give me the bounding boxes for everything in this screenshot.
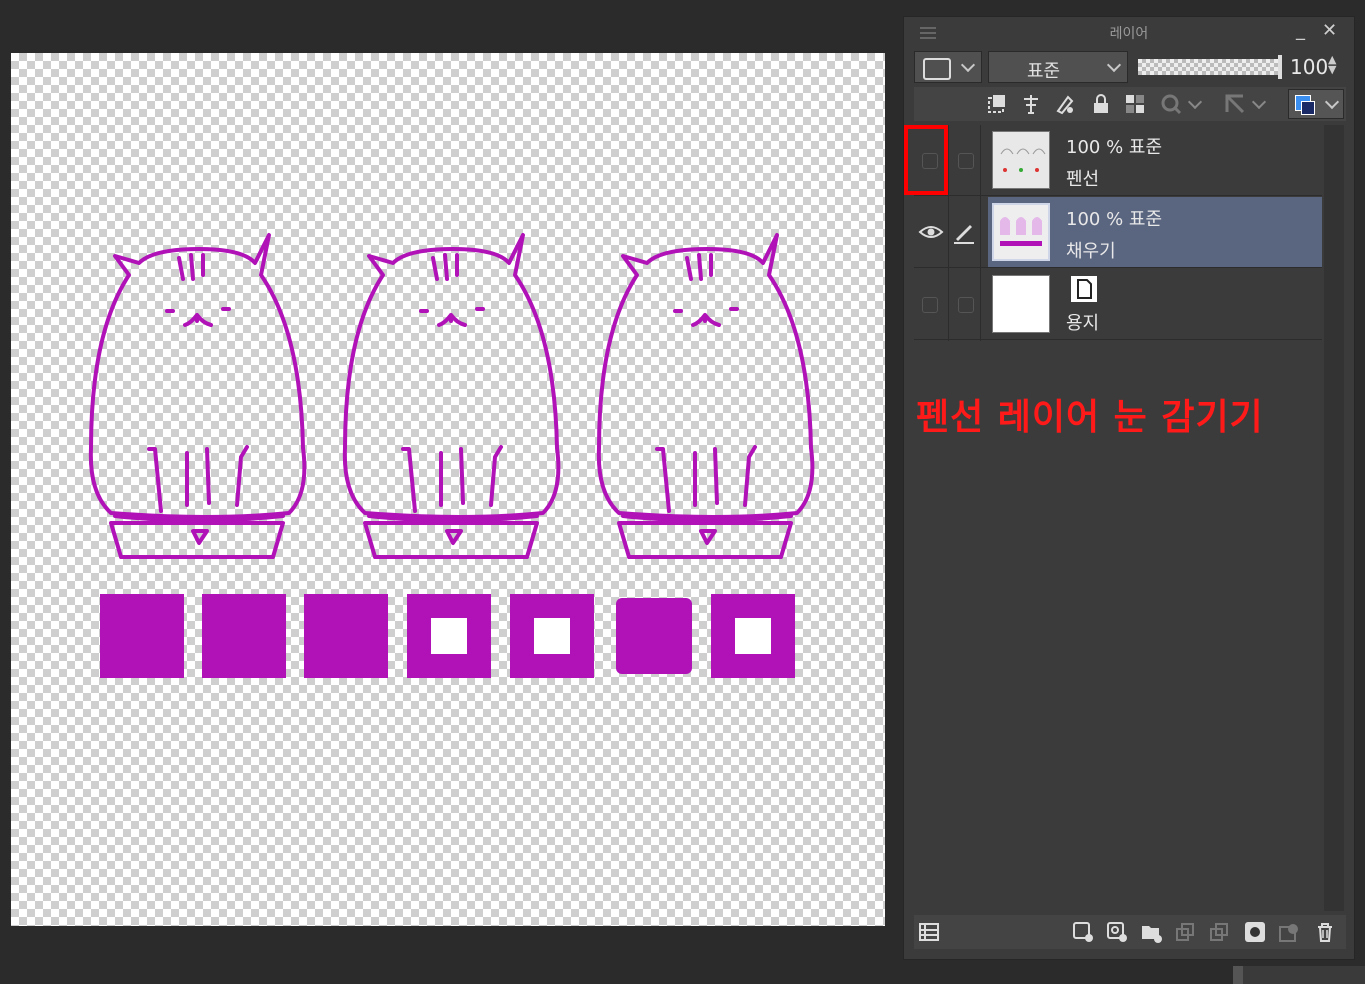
layer-thumbnail <box>992 275 1050 333</box>
edit-lock-toggle[interactable] <box>958 297 974 313</box>
layer-row-fill[interactable]: 100 % 표준 채우기 <box>914 197 1322 268</box>
chevron-down-icon[interactable] <box>1251 94 1267 110</box>
chevron-down-icon <box>960 57 976 73</box>
layer-mask-icon[interactable] <box>1244 921 1266 943</box>
paper-layer-icon <box>1071 276 1097 302</box>
layer-color-dropdown[interactable] <box>914 51 982 83</box>
new-vector-layer-icon[interactable] <box>1106 921 1128 943</box>
opacity-slider-handle[interactable] <box>1278 55 1282 79</box>
close-icon[interactable]: ✕ <box>1322 21 1337 41</box>
chevron-down-icon <box>1324 94 1340 110</box>
cat-detail-stroke <box>437 313 467 327</box>
cat-detail-stroke <box>445 529 463 545</box>
layer-bottom-toolbar <box>914 915 1346 949</box>
swatch-hole <box>431 618 467 654</box>
cat-drawing <box>596 233 815 559</box>
cat-drawing <box>342 233 561 559</box>
layer-name: 펜선 <box>1066 169 1100 190</box>
merge-down-icon[interactable] <box>1208 921 1230 943</box>
cat-detail-stroke <box>691 313 721 327</box>
eye-icon[interactable] <box>918 223 944 241</box>
swatch-hole <box>534 618 570 654</box>
layer-name: 용지 <box>1066 313 1100 334</box>
cat-detail-stroke <box>419 307 485 313</box>
new-raster-layer-icon[interactable] <box>1072 921 1094 943</box>
cat-detail-stroke <box>699 529 717 545</box>
sub-color-icon <box>1301 101 1315 115</box>
swatch-rounded <box>616 598 692 674</box>
transfer-down-icon[interactable] <box>1174 921 1196 943</box>
layer-color-icon <box>923 58 951 80</box>
cat-detail-stroke <box>655 445 757 513</box>
cat-drawing <box>88 233 307 559</box>
cat-detail-stroke <box>147 445 249 513</box>
cat-detail-stroke <box>165 307 231 313</box>
color-swatches <box>100 594 795 678</box>
lock-transparency-icon[interactable] <box>1124 93 1146 115</box>
cat-detail-stroke <box>191 529 209 545</box>
draft-layer-icon[interactable] <box>1054 93 1076 115</box>
layer-body[interactable]: 100 % 표준 채우기 <box>988 197 1322 267</box>
layer-thumbnail <box>992 203 1050 261</box>
cat-detail-stroke <box>177 253 205 281</box>
apply-mask-icon[interactable] <box>1278 921 1300 943</box>
pen-icon[interactable] <box>952 221 976 245</box>
visibility-highlight-box <box>904 125 948 195</box>
layer-options-toolbar <box>914 87 1346 121</box>
minimize-icon[interactable]: _ <box>1296 21 1305 41</box>
swatch-filled <box>100 594 184 678</box>
artwork <box>88 233 815 678</box>
new-folder-icon[interactable] <box>1140 921 1162 943</box>
cat-detail-stroke <box>401 445 503 513</box>
layer-row-pencil[interactable]: 100 % 표준 펜선 <box>914 125 1322 196</box>
cat-detail-stroke <box>431 253 459 281</box>
lock-icon[interactable] <box>1090 93 1112 115</box>
thumbnail-preview <box>993 132 1049 188</box>
ruler-icon[interactable] <box>1224 93 1246 115</box>
blend-mode-value: 표준 <box>1027 61 1061 82</box>
drawing-canvas[interactable] <box>11 53 885 926</box>
swatch-filled <box>304 594 388 678</box>
chevron-down-icon[interactable] <box>1187 94 1203 110</box>
layer-panel: 레이어 _ ✕ 표준 100 ▲ ▼ 100 % 표준 펜선 100 % 표준 … <box>903 16 1355 960</box>
layer-row-paper[interactable]: 용지 <box>914 269 1322 340</box>
layer-opacity-mode: 100 % 표준 <box>1066 137 1163 158</box>
cat-detail-stroke <box>183 313 213 327</box>
layer-toolbar: 표준 100 ▲ ▼ <box>914 51 1346 83</box>
panel-title: 레이어 <box>1109 26 1149 42</box>
status-bar-divider <box>1233 966 1243 984</box>
layer-body[interactable]: 용지 <box>988 269 1322 339</box>
thumbnail-preview <box>994 205 1048 259</box>
layer-list-scrollbar[interactable] <box>1324 125 1344 911</box>
layer-name: 채우기 <box>1066 241 1116 262</box>
annotation-text: 펜선 레이어 눈 감기기 <box>916 397 1264 438</box>
mask-icon[interactable] <box>1160 93 1182 115</box>
panel-title-bar: 레이어 _ ✕ <box>904 17 1354 47</box>
cat-detail-stroke <box>673 307 739 313</box>
swatch-hole <box>735 618 771 654</box>
opacity-value[interactable]: 100 <box>1290 55 1328 79</box>
status-bar <box>1233 966 1365 984</box>
swatch-filled <box>202 594 286 678</box>
cat-detail-stroke <box>685 253 713 281</box>
opacity-stepper[interactable]: ▲ ▼ <box>1328 54 1336 75</box>
trash-icon[interactable] <box>1314 921 1336 943</box>
blend-mode-select[interactable]: 표준 <box>988 51 1128 83</box>
cat-body-outline <box>342 233 561 519</box>
cat-drawings <box>88 233 815 559</box>
layer-property-icon[interactable] <box>918 921 940 943</box>
layer-thumbnail <box>992 131 1050 189</box>
clip-layer-icon[interactable] <box>986 93 1008 115</box>
chevron-down-icon <box>1106 57 1122 73</box>
opacity-slider[interactable] <box>1138 55 1282 79</box>
layer-color-swatch-dropdown[interactable] <box>1288 89 1344 119</box>
cat-body-outline <box>596 233 815 519</box>
layer-body[interactable]: 100 % 표준 펜선 <box>988 125 1322 195</box>
edit-lock-toggle[interactable] <box>958 153 974 169</box>
cat-body-outline <box>88 233 307 519</box>
layer-opacity-mode: 100 % 표준 <box>1066 209 1163 230</box>
reference-layer-icon[interactable] <box>1020 93 1042 115</box>
visibility-toggle[interactable] <box>922 297 938 313</box>
